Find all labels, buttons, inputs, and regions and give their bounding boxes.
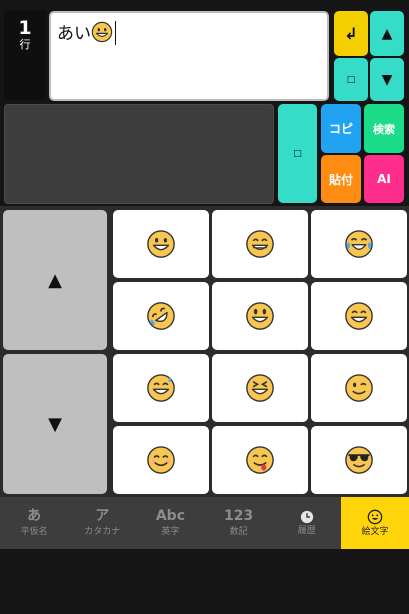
tab-hiragana-glyph: あ <box>27 508 42 524</box>
line-label: 行 <box>19 38 31 51</box>
tab-katakana-label: カタカナ <box>84 527 121 537</box>
emoji-key-grinning-face[interactable] <box>113 210 209 278</box>
cursor-up-button[interactable]: ▲ <box>370 11 404 56</box>
rolling-on-the-floor-laughing-icon <box>147 302 175 330</box>
emoji-key-tears-of-joy[interactable] <box>311 210 407 278</box>
emoji-key-sunglasses[interactable] <box>311 426 407 494</box>
text-editor[interactable]: あい <box>49 11 329 101</box>
line-indicator: 1 行 <box>4 10 46 100</box>
tab-emoji-label: 絵文字 <box>361 526 389 537</box>
tab-numbers-glyph: 123 <box>223 508 254 524</box>
clock-icon <box>300 510 313 523</box>
emoji-key-sweat[interactable] <box>113 354 209 422</box>
smiling-face-with-sunglasses-icon <box>345 446 373 474</box>
tab-emoji[interactable]: 絵文字 <box>340 497 409 549</box>
bottom-spacer <box>0 549 409 614</box>
paste-button[interactable]: 貼付 <box>321 155 361 203</box>
ai-button[interactable]: AI <box>364 155 404 203</box>
editor-text: あい <box>57 24 91 44</box>
winking-face-icon <box>345 374 373 402</box>
tab-katakana-glyph: ア <box>95 508 110 524</box>
emoji-key-smiling[interactable] <box>113 426 209 494</box>
tab-english-label: 英字 <box>161 527 180 537</box>
beaming-face-with-smiling-eyes-icon <box>246 230 274 258</box>
grinning-face-with-smiling-eyes-icon <box>345 302 373 330</box>
search-button[interactable]: 検索 <box>364 104 404 153</box>
face-with-tears-of-joy-icon <box>345 230 373 258</box>
tab-numbers-symbols[interactable]: 123 数記 <box>205 497 273 549</box>
emoji-key-squinting[interactable] <box>212 354 308 422</box>
space-button[interactable]: □ <box>334 58 368 101</box>
text-caret <box>115 21 116 45</box>
tab-english[interactable]: Abc 英字 <box>136 497 204 549</box>
tab-hiragana-label: 平仮名 <box>20 527 48 537</box>
tab-history-label: 履歴 <box>297 525 316 536</box>
tab-english-glyph: Abc <box>155 508 185 524</box>
emoji-key-winking[interactable] <box>311 354 407 422</box>
emoji-icon <box>367 509 383 524</box>
grinning-squinting-face-icon <box>246 374 274 402</box>
input-mode-tabs: あ 平仮名 ア カタカナ Abc 英字 123 数記 履歴 絵文字 <box>0 497 409 549</box>
emoji-key-beaming-face[interactable] <box>212 210 308 278</box>
convert-button[interactable]: □ <box>278 104 317 203</box>
emoji-key-smiling-eyes[interactable] <box>311 282 407 350</box>
grinning-face-icon <box>91 21 113 51</box>
grinning-face-with-sweat-icon <box>147 374 175 402</box>
emoji-key-rolling-laughing[interactable] <box>113 282 209 350</box>
page-down-button[interactable]: ▼ <box>3 354 107 494</box>
tab-katakana[interactable]: ア カタカナ <box>68 497 136 549</box>
page-up-button[interactable]: ▲ <box>3 210 107 350</box>
cursor-down-button[interactable]: ▼ <box>370 58 404 101</box>
tab-history[interactable]: 履歴 <box>273 497 341 549</box>
enter-button[interactable]: ↲ <box>334 11 368 56</box>
candidate-area <box>4 104 274 204</box>
smiling-face-with-smiling-eyes-icon <box>147 446 175 474</box>
face-savoring-food-icon <box>246 446 274 474</box>
tab-numbers-label: 数記 <box>229 527 248 537</box>
copy-button[interactable]: コピ <box>321 104 361 153</box>
tab-hiragana[interactable]: あ 平仮名 <box>0 497 68 549</box>
emoji-key-savoring[interactable] <box>212 426 308 494</box>
grinning-face-icon <box>147 230 175 258</box>
line-number: 1 <box>18 17 32 39</box>
grinning-face-with-big-eyes-icon <box>246 302 274 330</box>
emoji-key-big-eyes[interactable] <box>212 282 308 350</box>
